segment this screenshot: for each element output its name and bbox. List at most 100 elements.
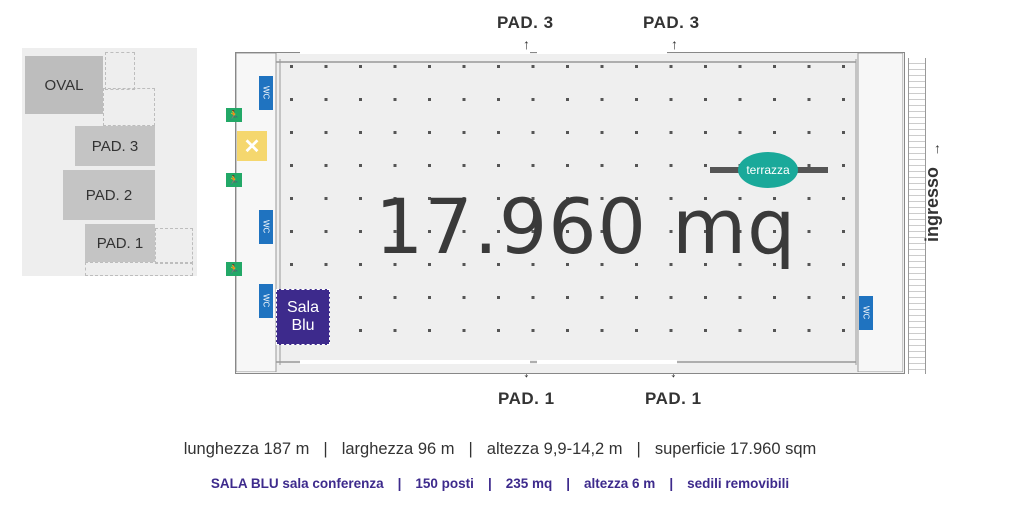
pillar [359,296,362,299]
pillar [566,98,569,101]
pillar [807,98,811,101]
restroom-icon: WC [259,210,273,244]
spec-surface: superficie 17.960 sqm [654,440,817,458]
pillar [428,131,431,134]
mini-map-outline [155,228,193,264]
pillar [842,164,845,167]
pillar [635,65,638,68]
pillar [704,164,707,167]
pillar [290,164,293,167]
pillar [290,131,293,134]
pillar [738,65,742,68]
sala-height: altezza 6 m [584,476,656,491]
pillar [497,65,500,68]
hall-area-label: 17.960 mq [375,182,797,271]
pillar [600,65,604,68]
pillar [635,164,638,167]
pillar [704,98,707,101]
spec-width: larghezza 96 m [341,440,455,458]
pillar [290,263,293,266]
pillar [324,230,328,233]
pillar [531,98,535,101]
pillar [359,98,362,101]
pillar [566,164,569,167]
wall-opening [300,50,530,54]
pillar [807,329,811,332]
pillar [669,296,673,299]
separator: | [397,476,402,491]
pillar [807,131,811,134]
pillar [842,98,845,101]
mini-map-outline [103,88,155,126]
pillar [531,329,535,332]
separator: | [468,440,473,458]
pillar [807,263,811,266]
pad3-right-label: PAD. 3 [643,13,700,32]
separator: | [636,440,641,458]
pillar [807,230,811,233]
restroom-icon: WC [859,296,873,330]
pillar [635,329,638,332]
pillar [807,65,811,68]
separator: | [669,476,674,491]
pillar [497,131,500,134]
pillar [566,131,569,134]
pillar [359,131,362,134]
exit-icon: 🏃 [226,173,242,187]
pillar [497,296,500,299]
pillar [566,329,569,332]
pillar [428,296,431,299]
pillar [531,65,535,68]
mini-map-pad3: PAD. 3 [75,126,155,166]
pillar [600,164,604,167]
pillar [704,296,707,299]
ingresso-arrow-icon: ↑ [934,140,941,156]
pillar [359,230,362,233]
pillar [842,197,845,200]
sala-blu: Sala Blu [276,289,330,345]
pillar [531,131,535,134]
pillar [324,263,328,266]
pillar [324,197,328,200]
pillar [635,131,638,134]
spec-height: altezza 9,9-14,2 m [486,440,623,458]
pillar [635,296,638,299]
pillar [359,164,362,167]
sala-blu-line2: Blu [291,317,315,334]
pillar [566,296,569,299]
restroom-icon: WC [259,76,273,110]
pillar [393,164,397,167]
pillar [738,329,742,332]
pillar [635,98,638,101]
spec-length: lunghezza 187 m [183,440,310,458]
separator: | [487,476,492,491]
pillar [669,65,673,68]
pillar [669,131,673,134]
pillar [359,329,362,332]
pillar [738,98,742,101]
pillar [842,65,845,68]
pillar [669,98,673,101]
mini-map-pad2: PAD. 2 [63,170,155,220]
pillar [359,197,362,200]
pillar [704,131,707,134]
pillar [359,65,362,68]
pillar [428,65,431,68]
pillar [428,329,431,332]
pillar [462,98,466,101]
pillar [704,65,707,68]
pillar [842,131,845,134]
pillar [428,98,431,101]
pillar [324,131,328,134]
pillar [669,329,673,332]
pillar [738,131,742,134]
exit-icon: 🏃 [226,108,242,122]
pillar [807,197,811,200]
pillar [393,65,397,68]
pad3-left-label: PAD. 3 [497,13,554,32]
pillar [704,329,707,332]
pillar [773,296,776,299]
pillar [531,296,535,299]
sala-area: 235 mq [505,476,553,491]
hall-specs: lunghezza 187 m | larghezza 96 m | altezza 9… [0,440,1000,459]
